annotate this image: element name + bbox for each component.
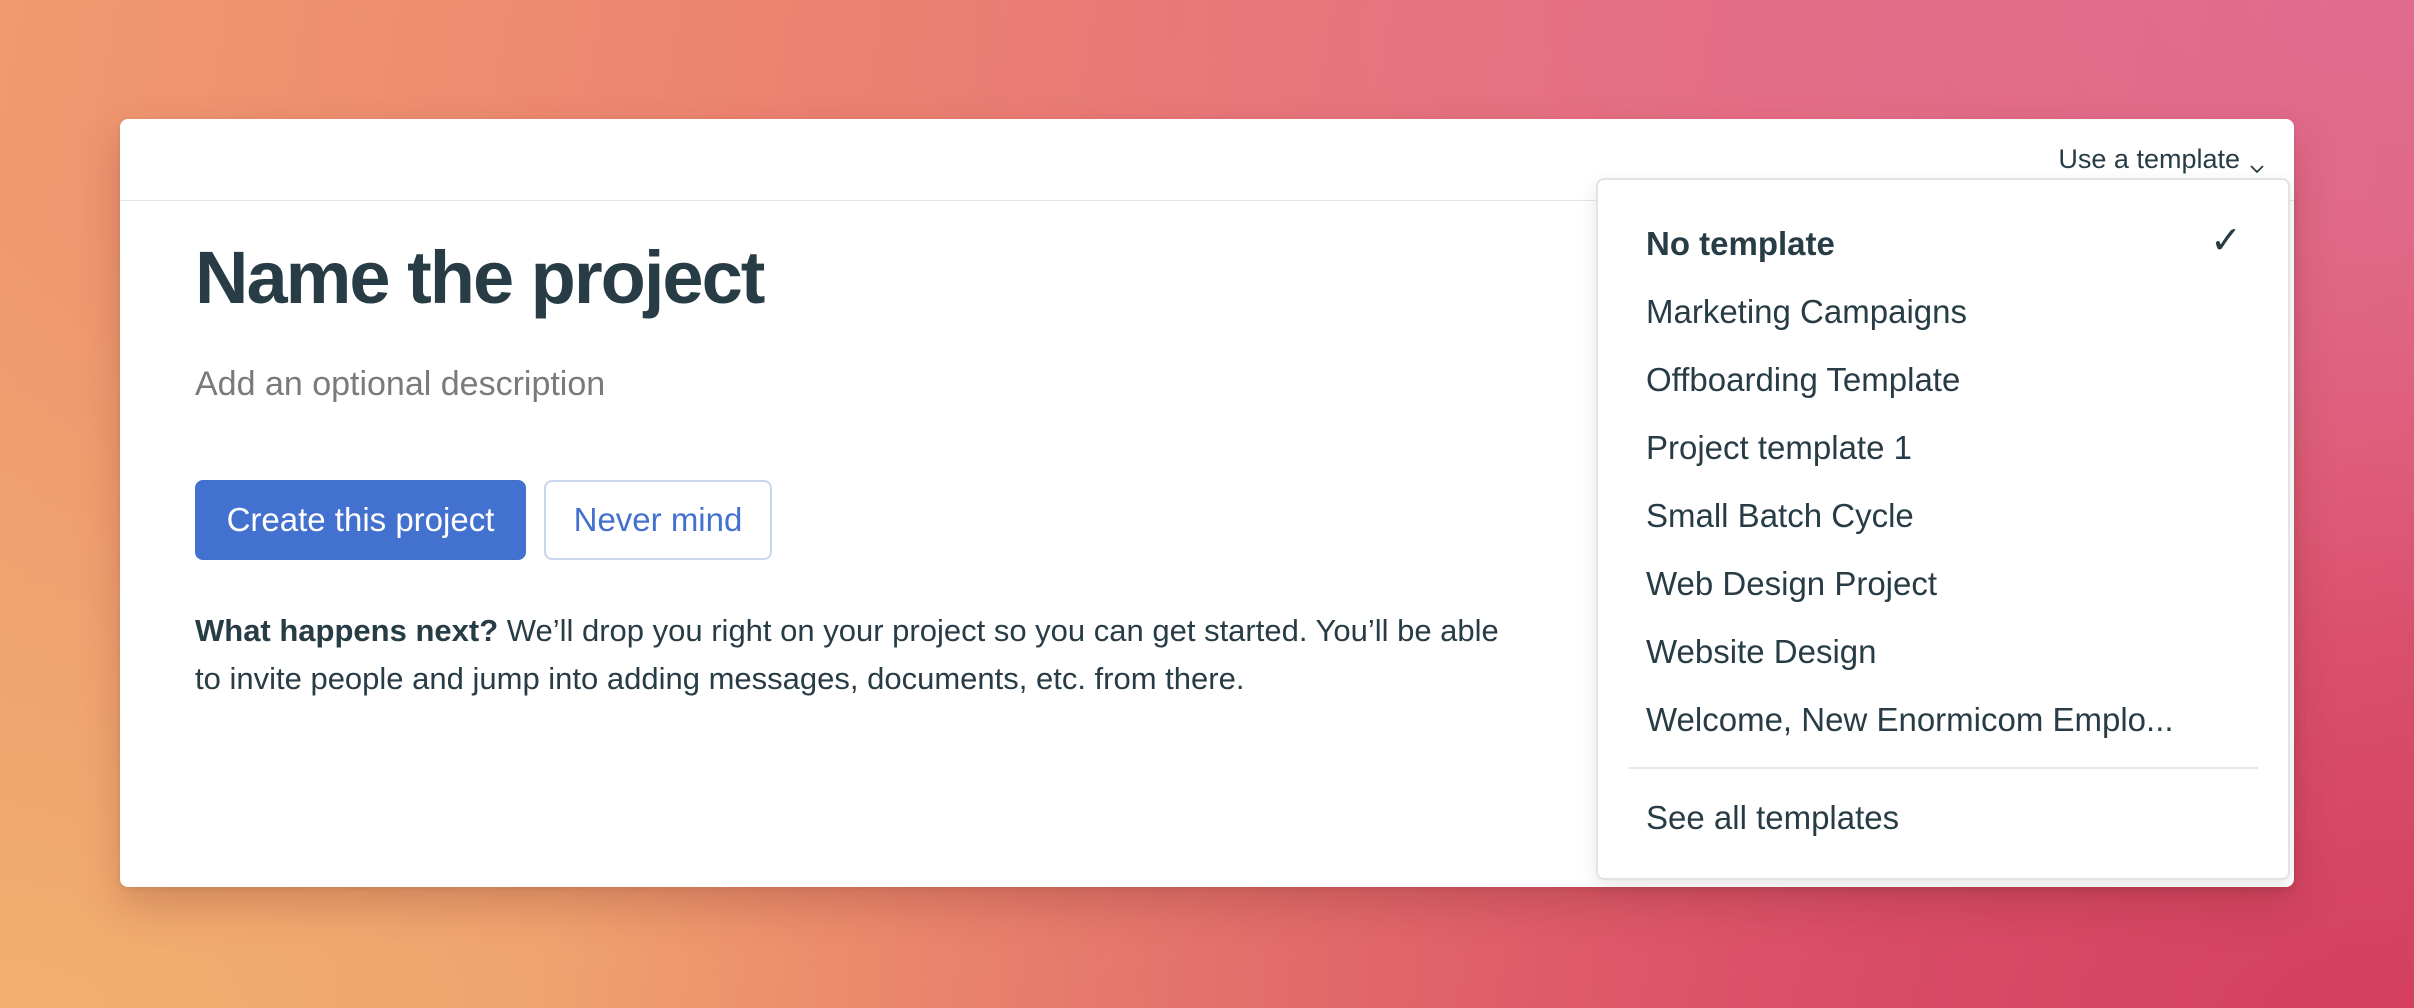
template-option-marketing-campaigns[interactable]: Marketing Campaigns xyxy=(1646,287,1967,337)
template-option-website-design[interactable]: Website Design xyxy=(1646,627,1877,677)
checkmark-icon: ✓ xyxy=(2210,220,2242,262)
template-option-small-batch-cycle[interactable]: Small Batch Cycle xyxy=(1646,491,1914,541)
template-option-offboarding-template[interactable]: Offboarding Template xyxy=(1646,355,1960,405)
what-happens-next-text: What happens next? We’ll drop you right … xyxy=(195,607,1515,703)
use-template-label: Use a template xyxy=(2058,143,2240,174)
template-option-no-template[interactable]: No template xyxy=(1646,219,1835,269)
template-option-web-design-project[interactable]: Web Design Project xyxy=(1646,559,1937,609)
template-option-project-template-1[interactable]: Project template 1 xyxy=(1646,423,1912,473)
dropdown-divider xyxy=(1628,767,2258,769)
what-happens-next-heading: What happens next? xyxy=(195,613,499,648)
template-dropdown-menu: No template ✓ Marketing Campaigns Offboa… xyxy=(1596,178,2290,880)
use-template-toggle[interactable]: Use a template xyxy=(2058,139,2264,179)
project-name-input[interactable]: Name the project xyxy=(195,241,765,315)
template-option-welcome-new-enormicom[interactable]: Welcome, New Enormicom Emplo... xyxy=(1646,695,2174,745)
project-description-input[interactable]: Add an optional description xyxy=(195,365,605,404)
see-all-templates-link[interactable]: See all templates xyxy=(1646,793,1899,843)
create-project-button[interactable]: Create this project xyxy=(195,480,526,560)
chevron-down-icon xyxy=(2250,152,2264,174)
never-mind-button[interactable]: Never mind xyxy=(544,480,772,560)
